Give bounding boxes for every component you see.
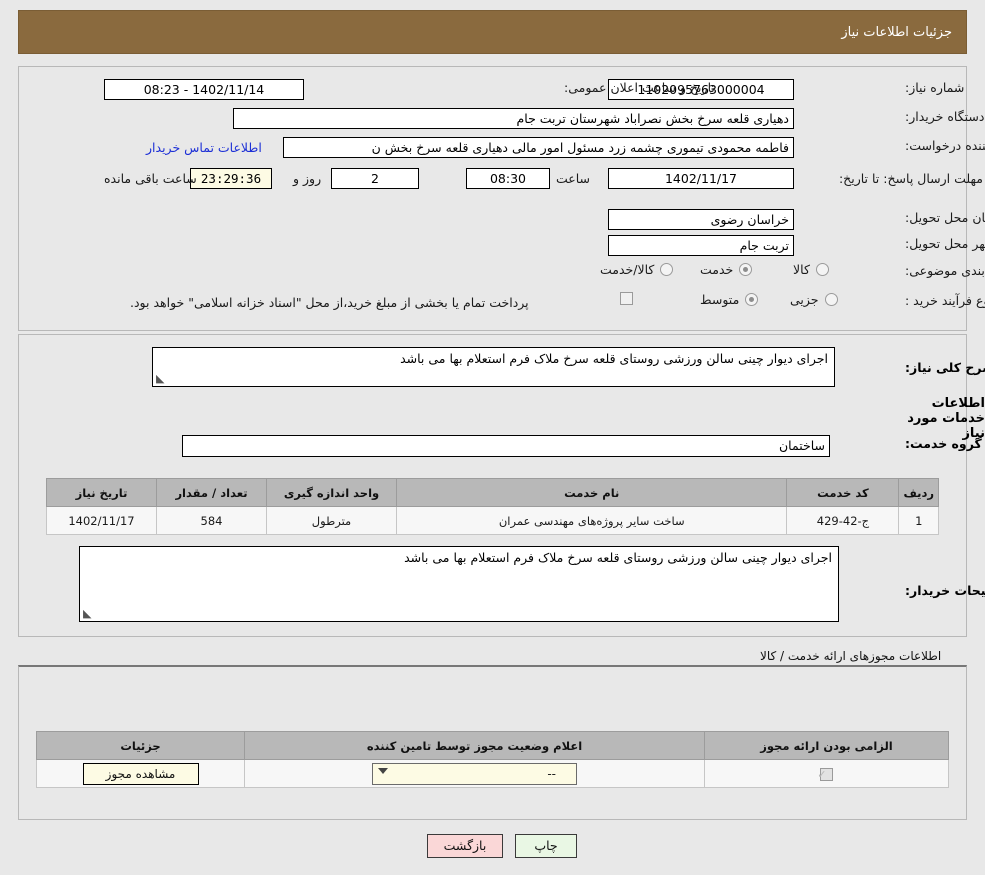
page-title: جزئیات اطلاعات نیاز [841, 24, 952, 40]
service-group-field: ساختمان [182, 435, 830, 457]
service-group-label: گروه خدمت: [905, 436, 982, 451]
requester-label: ایجاد کننده درخواست: [905, 138, 985, 153]
purchase-option-motevaset[interactable]: متوسط [700, 292, 759, 307]
purchase-option-motevaset-label: متوسط [700, 292, 740, 307]
need-description-label: شرح کلی نیاز: [905, 360, 985, 375]
col-code: کد خدمت [786, 478, 900, 507]
col-date: تاریخ نیاز [46, 478, 157, 507]
cell-name: ساخت سایر پروژه‌های مهندسی عمران [395, 506, 788, 535]
purchase-label-wrap: نوع فرآیند خرید : [905, 293, 985, 308]
need-number-label: شماره نیاز: [905, 80, 965, 95]
category-option-kala-label: کالا [793, 262, 810, 277]
resize-grip-icon[interactable]: ◢ [156, 372, 166, 385]
deadline-label: مهلت ارسال پاسخ: تا تاریخ: [838, 171, 983, 186]
cell-code: ج-42-429 [786, 506, 900, 535]
radio-motevaset-icon[interactable] [745, 293, 759, 306]
province-label: استان محل تحویل: [905, 210, 985, 225]
radio-jozi-icon[interactable] [824, 293, 838, 306]
deadline-label-wrap: مهلت ارسال پاسخ: تا تاریخ: [839, 168, 983, 187]
services-table-wrap: ردیف کد خدمت نام خدمت واحد اندازه گیری ت… [46, 478, 939, 535]
col-qty: تعداد / مقدار [156, 478, 267, 507]
treasury-checkbox-wrap[interactable] [620, 292, 633, 305]
province-field: خراسان رضوی [608, 209, 794, 230]
treasury-note: پرداخت تمام یا بخشی از مبلغ خرید،از محل … [130, 295, 529, 310]
col-unit: واحد اندازه گیری [266, 478, 397, 507]
countdown-label: ساعت باقی مانده [104, 171, 197, 186]
treasury-checkbox-icon[interactable] [620, 292, 633, 305]
category-option-khedmat[interactable]: خدمت [700, 262, 753, 277]
licenses-section-title: اطلاعات مجوزهای ارائه خدمت / کالا [760, 649, 942, 663]
need-description-textarea[interactable]: اجرای دیوار چینی سالن ورزشی روستای قلعه … [152, 347, 835, 387]
print-button[interactable]: چاپ [515, 834, 577, 858]
category-option-khedmat-label: خدمت [700, 262, 734, 277]
remaining-days-label: روز و [293, 171, 322, 186]
cell-license-required [704, 759, 949, 788]
cell-qty: 584 [156, 506, 267, 535]
view-license-button[interactable]: مشاهده مجوز [82, 762, 199, 785]
countdown-timer-field: 23:29:36 [190, 168, 272, 189]
services-table-header-row: ردیف کد خدمت نام خدمت واحد اندازه گیری ت… [46, 478, 939, 507]
buyer-notes-textarea[interactable]: اجرای دیوار چینی سالن ورزشی روستای قلعه … [79, 546, 839, 622]
col-license-required: الزامی بودن ارائه مجوز [704, 731, 949, 760]
buyer-org-label-wrap: نام دستگاه خریدار: [905, 109, 985, 124]
col-index: ردیف [898, 478, 939, 507]
radio-kala-icon[interactable] [815, 263, 829, 276]
licenses-table-header-row: الزامی بودن ارائه مجوز اعلام وضعیت مجوز … [36, 731, 949, 760]
services-table: ردیف کد خدمت نام خدمت واحد اندازه گیری ت… [46, 478, 939, 535]
services-section-title: اطلاعات خدمات مورد نیاز [907, 396, 985, 441]
licenses-table: الزامی بودن ارائه مجوز اعلام وضعیت مجوز … [36, 731, 949, 788]
category-option-kala-khedmat[interactable]: کالا/خدمت [600, 262, 674, 277]
public-announce-label: تاریخ و ساعت اعلان عمومی: [564, 80, 715, 95]
requester-label-wrap: ایجاد کننده درخواست: [905, 138, 985, 153]
col-license-status: اعلام وضعیت مجوز توسط تامین کننده [244, 731, 705, 760]
radio-khedmat-icon[interactable] [739, 263, 753, 276]
buyer-contact-link[interactable]: اطلاعات تماس خریدار [146, 140, 262, 155]
need-details-page: AnaTender.net جزئیات اطلاعات نیاز شماره … [0, 0, 985, 875]
resize-grip-icon-2[interactable]: ◢ [83, 607, 93, 620]
buyer-notes-value: اجرای دیوار چینی سالن ورزشی روستای قلعه … [404, 550, 832, 565]
category-label: طبقه بندی موضوعی: [905, 263, 985, 278]
deadline-date-field: 1402/11/17 [608, 168, 794, 189]
col-name: نام خدمت [395, 478, 788, 507]
city-label-wrap: شهر محل تحویل: [905, 236, 985, 251]
back-button[interactable]: بازگشت [427, 834, 503, 858]
license-required-checkbox-icon[interactable] [817, 767, 833, 781]
cell-unit: مترطول [266, 506, 397, 535]
cell-index: 1 [898, 506, 939, 535]
deadline-hour-field: 08:30 [466, 168, 550, 189]
license-status-value: -- [547, 766, 556, 781]
purchase-label: نوع فرآیند خرید : [905, 293, 985, 308]
table-row: 1 ج-42-429 ساخت سایر پروژه‌های مهندسی عم… [46, 506, 939, 535]
public-announce-field: 1402/11/14 - 08:23 [104, 79, 304, 100]
city-field: تربت جام [608, 235, 794, 256]
requester-field: فاطمه محمودی تیموری چشمه زرد مسئول امور … [283, 137, 794, 158]
buyer-notes-label: توضیحات خریدار: [905, 583, 985, 598]
radio-kala-khedmat-icon[interactable] [660, 263, 674, 276]
need-description-value: اجرای دیوار چینی سالن ورزشی روستای قلعه … [400, 351, 828, 366]
table-row: -- مشاهده مجوز [36, 759, 949, 788]
purchase-option-jozi[interactable]: جزیی [790, 292, 838, 307]
need-number-label-wrap: شماره نیاز: [905, 80, 964, 95]
cell-license-status: -- [244, 759, 705, 788]
license-status-select[interactable]: -- [372, 762, 577, 785]
licenses-table-wrap: الزامی بودن ارائه مجوز اعلام وضعیت مجوز … [36, 731, 949, 788]
chevron-down-icon [378, 767, 388, 774]
purchase-option-jozi-label: جزیی [790, 292, 819, 307]
city-label: شهر محل تحویل: [905, 236, 985, 251]
public-announce-label-wrap: تاریخ و ساعت اعلان عمومی: [564, 80, 715, 95]
window-title-bar: جزئیات اطلاعات نیاز [18, 10, 967, 54]
cell-date: 1402/11/17 [46, 506, 157, 535]
remaining-days-field: 2 [331, 168, 419, 189]
buyer-org-field: دهیاری قلعه سرخ بخش نصراباد شهرستان تربت… [233, 108, 794, 129]
deadline-hour-label: ساعت [556, 171, 591, 186]
category-option-kala-khedmat-label: کالا/خدمت [600, 262, 655, 277]
category-option-kala[interactable]: کالا [793, 262, 829, 277]
province-label-wrap: استان محل تحویل: [905, 210, 985, 225]
buyer-org-label: نام دستگاه خریدار: [905, 109, 985, 124]
category-label-wrap: طبقه بندی موضوعی: [905, 263, 985, 278]
col-license-details: جزئیات [36, 731, 245, 760]
cell-license-details: مشاهده مجوز [36, 759, 245, 788]
